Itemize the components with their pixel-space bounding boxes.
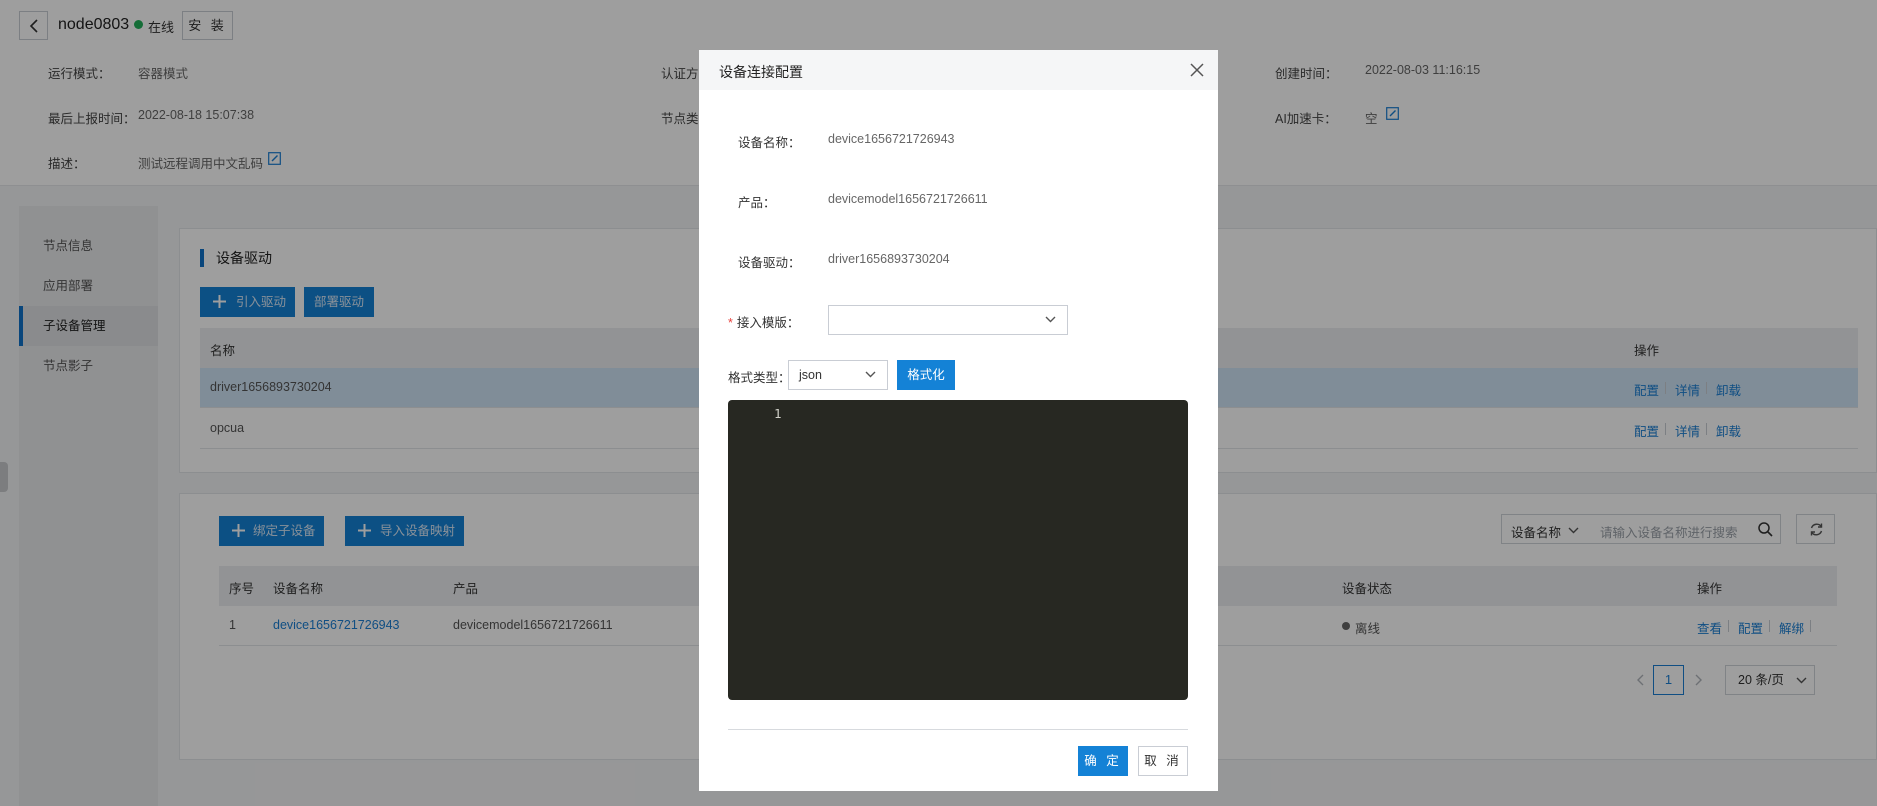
dialog-title: 设备连接配置 <box>719 64 803 80</box>
cancel-button[interactable]: 取 消 <box>1138 746 1188 776</box>
product-label: 产品： <box>738 196 776 210</box>
line-number: 1 <box>774 406 782 421</box>
format-button[interactable]: 格式化 <box>897 360 955 390</box>
close-icon[interactable] <box>1190 63 1204 77</box>
driver-label: 设备驱动： <box>738 256 801 270</box>
device-name-value: device1656721726943 <box>828 132 955 146</box>
device-name-label: 设备名称： <box>738 136 801 150</box>
template-label: * 接入模版： <box>728 312 818 331</box>
code-editor[interactable]: 1 <box>728 400 1188 700</box>
template-label-text: 接入模版： <box>736 316 800 330</box>
format-type-value: json <box>799 368 822 382</box>
product-value: devicemodel1656721726611 <box>828 192 988 206</box>
footer-divider <box>728 729 1188 730</box>
driver-value: driver1656893730204 <box>828 252 950 266</box>
confirm-button[interactable]: 确 定 <box>1078 746 1128 776</box>
required-mark: * <box>728 316 733 330</box>
format-type-label: 格式类型： <box>728 371 791 385</box>
chevron-down-icon <box>865 371 876 378</box>
template-select[interactable] <box>828 305 1068 335</box>
dialog-header: 设备连接配置 <box>699 50 1218 90</box>
format-type-select[interactable]: json <box>788 360 888 390</box>
device-connection-dialog: 设备连接配置 设备名称： device1656721726943 产品： dev… <box>699 50 1218 791</box>
chevron-down-icon <box>1045 316 1056 323</box>
